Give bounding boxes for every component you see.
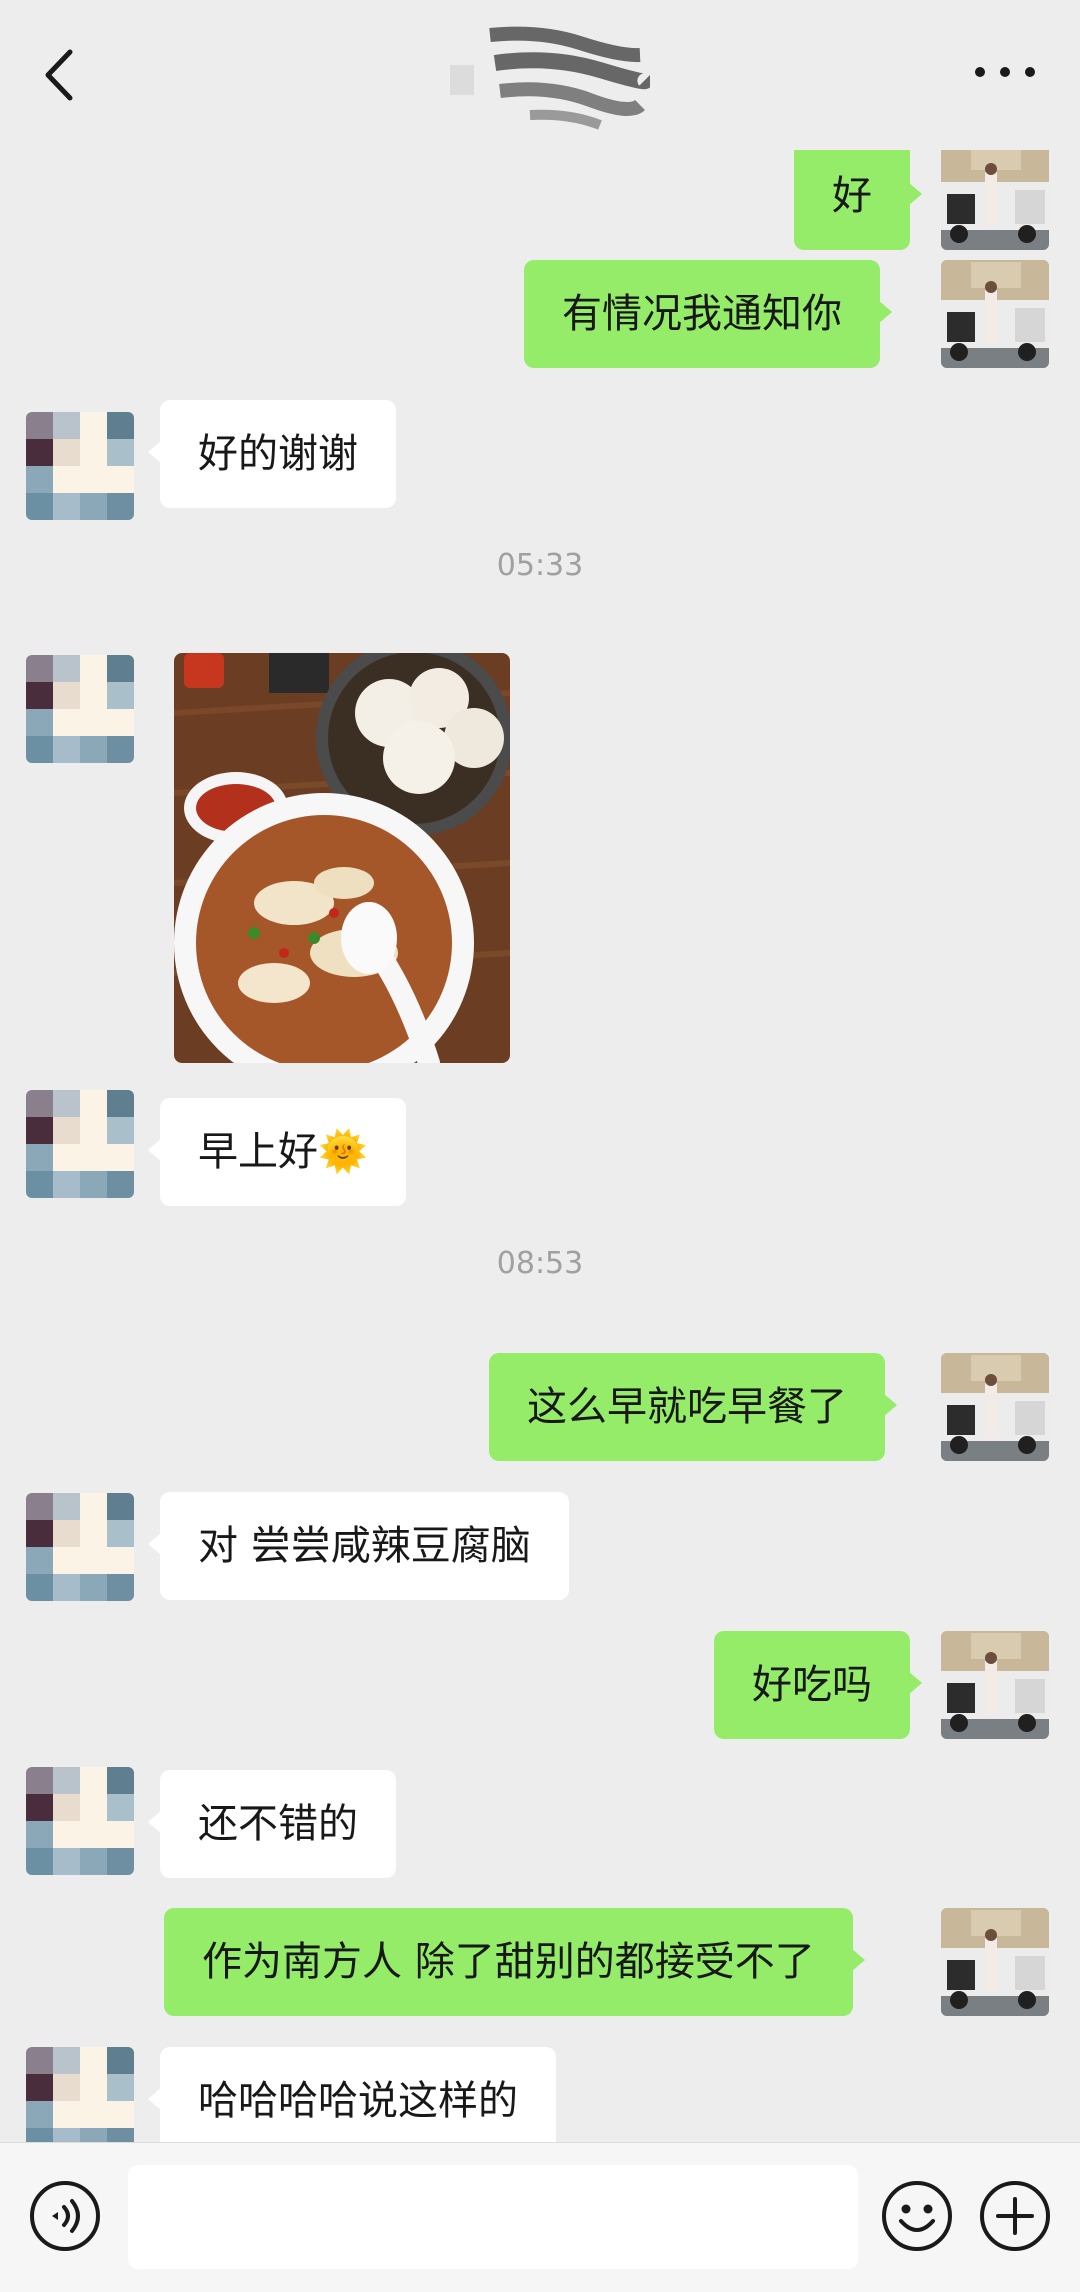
chevron-left-icon[interactable] [30, 40, 90, 110]
chat-header [0, 0, 1080, 150]
incoming-message-bubble[interactable]: 哈哈哈哈说这样的 [148, 2047, 556, 2142]
incoming-message-bubble[interactable]: 早上好🌞 [148, 1098, 406, 1206]
my-avatar[interactable] [941, 1908, 1049, 2016]
contact-avatar[interactable] [26, 655, 134, 763]
outgoing-message-bubble[interactable]: 好 [794, 150, 922, 250]
emoji-icon[interactable] [880, 2179, 954, 2253]
message-text-input[interactable] [128, 2165, 858, 2269]
outgoing-message-bubble[interactable]: 作为南方人 除了甜别的都接受不了 [164, 1908, 865, 2016]
chat-message-list[interactable]: 好 有情况我通知你 好的谢谢 05:33 早上好🌞 08:53 这么早就吃早餐了… [0, 150, 1080, 2142]
chat-title-redacted [450, 25, 654, 145]
contact-avatar[interactable] [26, 1767, 134, 1875]
incoming-message-bubble[interactable]: 还不错的 [148, 1770, 396, 1878]
voice-icon[interactable] [28, 2179, 102, 2253]
contact-avatar[interactable] [26, 412, 134, 520]
outgoing-message-bubble[interactable]: 好吃吗 [714, 1631, 922, 1739]
message-input-bar [0, 2142, 1080, 2292]
outgoing-message-bubble[interactable]: 这么早就吃早餐了 [489, 1353, 897, 1461]
my-avatar[interactable] [941, 1631, 1049, 1739]
contact-avatar[interactable] [26, 1493, 134, 1601]
my-avatar[interactable] [941, 260, 1049, 368]
incoming-message-bubble[interactable]: 对 尝尝咸辣豆腐脑 [148, 1492, 569, 1600]
my-avatar[interactable] [941, 1353, 1049, 1461]
contact-avatar[interactable] [26, 1090, 134, 1198]
outgoing-message-bubble[interactable]: 有情况我通知你 [524, 260, 892, 368]
food-photo-message[interactable] [174, 653, 510, 1063]
more-dots-icon[interactable] [970, 52, 1040, 92]
message-timestamp: 05:33 [496, 548, 584, 583]
message-timestamp: 08:53 [496, 1246, 584, 1281]
contact-avatar[interactable] [26, 2047, 134, 2142]
plus-icon[interactable] [978, 2179, 1052, 2253]
my-avatar[interactable] [941, 150, 1049, 250]
incoming-message-bubble[interactable]: 好的谢谢 [148, 400, 396, 508]
